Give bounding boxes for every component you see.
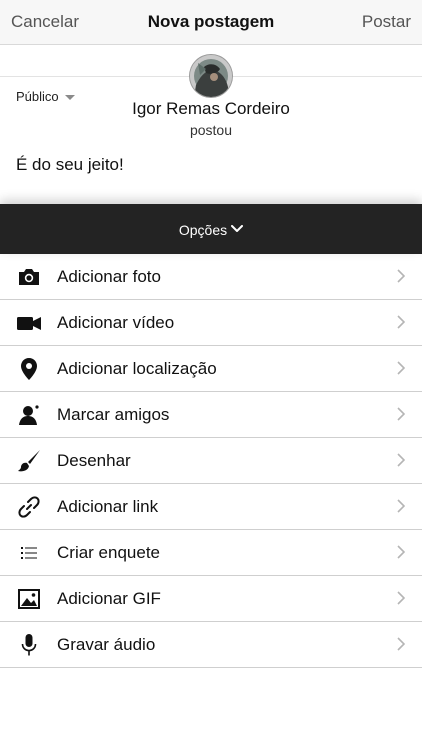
- option-add-video[interactable]: Adicionar vídeo: [0, 300, 422, 346]
- option-add-location[interactable]: Adicionar localização: [0, 346, 422, 392]
- options-header: Opções: [0, 222, 422, 238]
- location-pin-icon: [21, 358, 37, 380]
- options-menu: Adicionar foto Adicionar vídeo Adicionar…: [0, 254, 422, 668]
- chevron-right-icon: [397, 545, 405, 559]
- chevron-right-icon: [397, 591, 405, 605]
- camera-icon: [19, 269, 39, 285]
- gif-image-icon: [18, 589, 40, 609]
- option-draw[interactable]: Desenhar: [0, 438, 422, 484]
- option-record-audio[interactable]: Gravar áudio: [0, 622, 422, 668]
- option-label: Criar enquete: [57, 543, 161, 562]
- paintbrush-icon: [18, 450, 40, 472]
- poll-list-icon: [21, 547, 37, 559]
- option-create-poll[interactable]: Criar enquete: [0, 530, 422, 576]
- chevron-right-icon: [397, 453, 405, 467]
- author-action: postou: [189, 122, 233, 138]
- chevron-right-icon: [397, 637, 405, 651]
- option-tag-friends[interactable]: Marcar amigos: [0, 392, 422, 438]
- option-add-photo[interactable]: Adicionar foto: [0, 254, 422, 300]
- chevron-right-icon: [397, 407, 405, 421]
- avatar: [190, 55, 232, 97]
- options-toggle[interactable]: Opções: [0, 204, 422, 254]
- options-label: Opções: [178, 222, 228, 238]
- option-label: Adicionar vídeo: [57, 313, 175, 332]
- link-icon: [18, 496, 40, 518]
- chevron-right-icon: [397, 315, 405, 329]
- chevron-right-icon: [397, 499, 405, 513]
- option-add-gif[interactable]: Adicionar GIF: [0, 576, 422, 622]
- post-button[interactable]: Postar: [362, 12, 411, 32]
- option-label: Desenhar: [57, 451, 131, 470]
- option-label: Gravar áudio: [57, 635, 156, 654]
- video-camera-icon: [17, 317, 41, 330]
- chevron-right-icon: [397, 269, 405, 283]
- page-title: Nova postagem: [147, 12, 275, 31]
- option-label: Adicionar GIF: [57, 589, 161, 608]
- navigation-bar: Cancelar Nova postagem Postar: [0, 0, 422, 45]
- post-text-input[interactable]: É do seu jeito!: [16, 155, 124, 175]
- chevron-down-icon: [231, 225, 244, 233]
- option-label: Adicionar link: [57, 497, 159, 516]
- option-label: Adicionar localização: [57, 359, 217, 378]
- microphone-icon: [21, 634, 37, 656]
- author-name: Igor Remas Cordeiro: [132, 99, 290, 118]
- chevron-right-icon: [397, 361, 405, 375]
- option-label: Adicionar foto: [57, 267, 161, 286]
- tag-person-icon: [19, 405, 39, 425]
- option-label: Marcar amigos: [57, 405, 170, 424]
- option-add-link[interactable]: Adicionar link: [0, 484, 422, 530]
